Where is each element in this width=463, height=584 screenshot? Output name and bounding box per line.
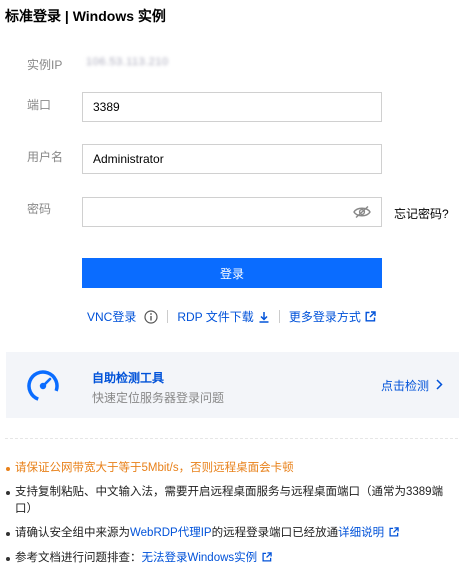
password-label: 密码 <box>27 202 52 216</box>
start-check-label: 点击检测 <box>381 379 430 393</box>
username-label: 用户名 <box>27 150 64 164</box>
rdp-download-link[interactable]: RDP 文件下载 <box>177 308 269 325</box>
port-input[interactable]: 3389 <box>82 92 382 122</box>
page-title: 标准登录 | Windows 实例 <box>5 8 166 24</box>
note-security-group: 请确认安全组中来源为WebRDP代理IP的远程登录端口已经放通详细说明 <box>5 525 455 543</box>
rdp-download-label: RDP 文件下载 <box>177 310 254 324</box>
more-login-label: 更多登录方式 <box>288 310 361 324</box>
password-input[interactable] <box>82 197 382 227</box>
note-bandwidth: 请保证公网带宽大于等于5Mbit/s，否则远程桌面会卡顿 <box>5 460 455 477</box>
ip-label: 实例IP <box>27 58 63 72</box>
tool-subtitle: 快速定位服务器登录问题 <box>92 391 225 405</box>
chevron-right-icon <box>435 378 443 393</box>
notes-list: 请保证公网带宽大于等于5Mbit/s，否则远程桌面会卡顿 支持复制粘贴、中文输入… <box>5 460 455 575</box>
info-icon[interactable] <box>144 309 158 324</box>
login-options: VNC登录 RDP 文件下载 更多登录方式 <box>87 308 376 325</box>
webrdp-proxy-ip-link[interactable]: WebRDP代理IP <box>130 527 212 539</box>
note-troubleshoot-text: 参考文档进行问题排查： <box>15 552 142 564</box>
note-security-text-b: 的远程登录端口已经放通 <box>211 527 339 539</box>
username-value: Administrator <box>93 152 164 166</box>
login-button[interactable]: 登录 <box>82 258 382 288</box>
note-bandwidth-text: 请保证公网带宽大于等于5Mbit/s，否则远程桌面会卡顿 <box>15 462 294 474</box>
start-check-link[interactable]: 点击检测 <box>381 377 443 394</box>
note-troubleshoot: 参考文档进行问题排查：无法登录Windows实例 <box>5 550 455 568</box>
more-login-link[interactable]: 更多登录方式 <box>289 308 376 325</box>
speedometer-icon <box>26 369 60 403</box>
download-icon <box>258 311 270 323</box>
self-check-tool-card: 自助检测工具 快速定位服务器登录问题 点击检测 <box>6 352 459 418</box>
note-clipboard-text: 支持复制粘贴、中文输入法，需要开启远程桌面服务与远程桌面端口（通常为3389端口… <box>15 486 444 515</box>
cannot-login-windows-link[interactable]: 无法登录Windows实例 <box>142 552 258 564</box>
external-link-icon <box>389 526 399 543</box>
port-label: 端口 <box>27 98 52 112</box>
external-link-icon <box>365 311 376 322</box>
vnc-login-link[interactable]: VNC登录 <box>87 308 158 325</box>
forgot-password-link[interactable]: 忘记密码? <box>394 205 449 222</box>
note-security-text-a: 请确认安全组中来源为 <box>15 527 130 539</box>
tool-title: 自助检测工具 <box>92 371 165 385</box>
note-clipboard: 支持复制粘贴、中文输入法，需要开启远程桌面服务与远程桌面端口（通常为3389端口… <box>5 484 455 518</box>
username-input[interactable]: Administrator <box>82 144 382 174</box>
separator <box>167 310 169 323</box>
vnc-login-label: VNC登录 <box>87 310 137 324</box>
external-link-icon <box>262 551 272 568</box>
ip-value: 106.53.113.210 <box>86 56 169 68</box>
divider <box>5 438 458 439</box>
separator <box>278 310 280 323</box>
eye-hidden-icon[interactable] <box>353 205 371 219</box>
port-value: 3389 <box>93 100 120 114</box>
details-link[interactable]: 详细说明 <box>338 527 384 539</box>
